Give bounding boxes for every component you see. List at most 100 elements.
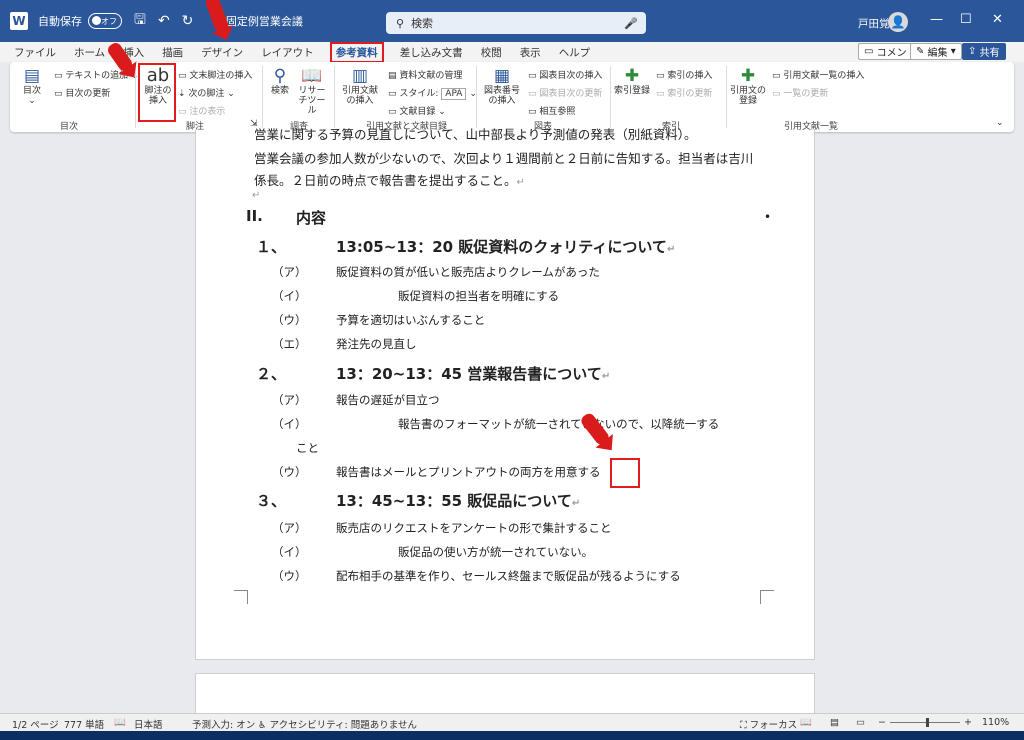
toc-button[interactable]: ▤ 目次 ⌄	[16, 66, 48, 106]
researcher-button[interactable]: 📖 リサーチツール	[295, 66, 329, 116]
item-label: （イ）	[272, 417, 307, 431]
toc-icon: ▤	[23, 66, 41, 86]
tab-view[interactable]: 表示	[518, 44, 543, 61]
mark-entry-icon: ✚	[624, 66, 640, 86]
highlight-box-cursor	[610, 458, 640, 488]
insert-table-figures-label: 図表目次の挿入	[539, 71, 603, 81]
item-text: 配布相手の基準を作り、セールス終盤まで販促品が残るようにする	[336, 569, 681, 583]
search-box[interactable]: ⚲ 検索 🎤	[386, 12, 646, 34]
group-label-toc: 目次	[60, 122, 79, 132]
language[interactable]: 日本語	[134, 717, 163, 731]
insert-endnote-button[interactable]: ▭ 文末脚注の挿入	[178, 68, 252, 81]
margin-corner	[234, 590, 248, 604]
avatar[interactable]: 👤	[888, 12, 908, 32]
word-count[interactable]: 777 単語	[64, 717, 104, 731]
share-button[interactable]: ⇪ 共有	[962, 43, 1006, 60]
tab-mailings[interactable]: 差し込み文書	[398, 44, 465, 61]
para-line: 営業会議の参加人数が少ないので、次回より１週間前と２日前に告知する。担当者は吉川	[254, 151, 754, 166]
item-text: 発注先の見直し	[336, 337, 417, 351]
mark-citation-button[interactable]: ✚ 引用文の登録	[730, 66, 766, 106]
style-value: APA	[441, 88, 467, 100]
read-mode-icon[interactable]: 📖	[800, 717, 812, 728]
next-footnote-button[interactable]: ⇣ 次の脚注 ⌄	[178, 86, 235, 99]
minimize-icon[interactable]: —	[930, 12, 943, 27]
cross-reference-label: 相互参照	[539, 107, 576, 117]
item-label: （ア）	[272, 393, 307, 407]
zoom-level[interactable]: 110%	[982, 717, 1009, 728]
tab-design[interactable]: デザイン	[199, 44, 245, 61]
citation-icon: ▥	[351, 66, 369, 86]
autosave-label: 自動保存	[38, 15, 82, 28]
divider	[334, 66, 335, 128]
update-toa-button[interactable]: ▭ 一覧の更新	[772, 86, 828, 99]
word-app-icon: W	[10, 12, 28, 30]
microphone-icon[interactable]: 🎤	[624, 17, 638, 30]
tab-draw[interactable]: 描画	[160, 44, 185, 61]
accessibility-status[interactable]: ♿ アクセシビリティ: 問題ありません	[258, 717, 417, 731]
chevron-down-icon: ▾	[947, 46, 956, 57]
researcher-label: リサーチツール	[298, 86, 326, 116]
para-line: 営業に関する予算の見直しについて、山中部長より予測値の発表（別紙資料）。	[254, 127, 697, 142]
user-name[interactable]: 戸田覚	[858, 16, 890, 31]
autosave-toggle[interactable]: オフ	[88, 13, 122, 29]
page-count[interactable]: 1/2 ページ	[12, 717, 59, 731]
text-prediction[interactable]: 予測入力: オン	[192, 717, 255, 731]
print-layout-icon[interactable]: ▤	[830, 717, 839, 728]
item-text: こと	[296, 441, 319, 455]
divider	[262, 66, 263, 128]
tab-home[interactable]: ホーム	[72, 44, 107, 61]
focus-button[interactable]: ⛶ フォーカス	[740, 717, 797, 731]
bibliography-label: 文献目録	[399, 107, 436, 117]
maximize-icon[interactable]: ☐	[960, 12, 972, 27]
highlight-box-footnote	[138, 63, 176, 122]
style-selector[interactable]: ▭ スタイル: APA ⌄	[388, 86, 477, 100]
insert-toa-button[interactable]: ▭ 引用文献一覧の挿入	[772, 68, 864, 81]
para-line: 係長。２日前の時点で報告書を提出すること。↵	[254, 173, 525, 188]
next-footnote-label: 次の脚注	[188, 89, 225, 99]
proofing-icon[interactable]: 📖	[114, 717, 126, 728]
insert-table-figures-button[interactable]: ▭ 図表目次の挿入	[528, 68, 602, 81]
search-label: 検索	[270, 86, 289, 96]
heading-number: ３、	[256, 492, 287, 510]
tab-file[interactable]: ファイル	[12, 44, 58, 61]
redo-icon[interactable]: ↻	[182, 13, 194, 29]
zoom-slider-thumb[interactable]	[926, 718, 929, 727]
mark-citation-icon: ✚	[740, 66, 756, 86]
update-toc-button[interactable]: ▭ 目次の更新	[54, 86, 110, 99]
insert-index-label: 索引の挿入	[667, 71, 713, 81]
update-index-button[interactable]: ▭ 索引の更新	[656, 86, 712, 99]
toc-label: 目次	[22, 86, 41, 96]
item-text: 予算を適切はいぶんすること	[336, 313, 486, 327]
tab-review[interactable]: 校閲	[479, 44, 504, 61]
cross-reference-button[interactable]: ▭ 相互参照	[528, 104, 575, 117]
tab-layout[interactable]: レイアウト	[259, 44, 316, 61]
insert-citation-button[interactable]: ▥ 引用文献の挿入	[338, 66, 382, 106]
manage-sources-label: 資料文献の管理	[399, 71, 463, 81]
close-icon[interactable]: ✕	[992, 12, 1003, 27]
manage-sources-button[interactable]: ▤ 資料文献の管理	[388, 68, 462, 81]
search-button[interactable]: ⚲ 検索	[268, 66, 292, 96]
item-label: （ウ）	[272, 313, 307, 327]
tab-help[interactable]: ヘルプ	[557, 44, 593, 61]
bibliography-button[interactable]: ▭ 文献目録 ⌄	[388, 104, 446, 117]
document-page[interactable]: 営業に関する予算の見直しについて、山中部長より予測値の発表（別紙資料）。 営業会…	[195, 127, 815, 660]
item-text: 販売店のリクエストをアンケートの形で集計すること	[336, 521, 612, 535]
save-icon[interactable]: 🖫	[134, 9, 146, 33]
accessibility-icon: ♿	[258, 720, 270, 731]
insert-caption-button[interactable]: ▦ 図表番号の挿入	[480, 66, 524, 106]
zoom-in-icon[interactable]: +	[964, 717, 972, 728]
web-layout-icon[interactable]: ▭	[856, 717, 865, 728]
tab-references[interactable]: 参考資料	[329, 41, 384, 63]
collapse-ribbon-icon[interactable]: ⌄	[996, 118, 1004, 128]
mark-citation-label: 引用文の登録	[730, 86, 767, 106]
update-table-button[interactable]: ▭ 図表目次の更新	[528, 86, 602, 99]
zoom-out-icon[interactable]: −	[878, 717, 886, 728]
divider	[610, 66, 611, 128]
undo-icon[interactable]: ↶	[158, 13, 170, 29]
show-notes-button[interactable]: ▭ 注の表示	[178, 104, 225, 117]
editing-button[interactable]: ✎ 編集 ▾	[910, 43, 962, 60]
pencil-icon: ✎	[916, 46, 928, 57]
zoom-slider[interactable]	[890, 722, 960, 723]
mark-entry-button[interactable]: ✚ 索引登録	[614, 66, 650, 96]
insert-index-button[interactable]: ▭ 索引の挿入	[656, 68, 712, 81]
